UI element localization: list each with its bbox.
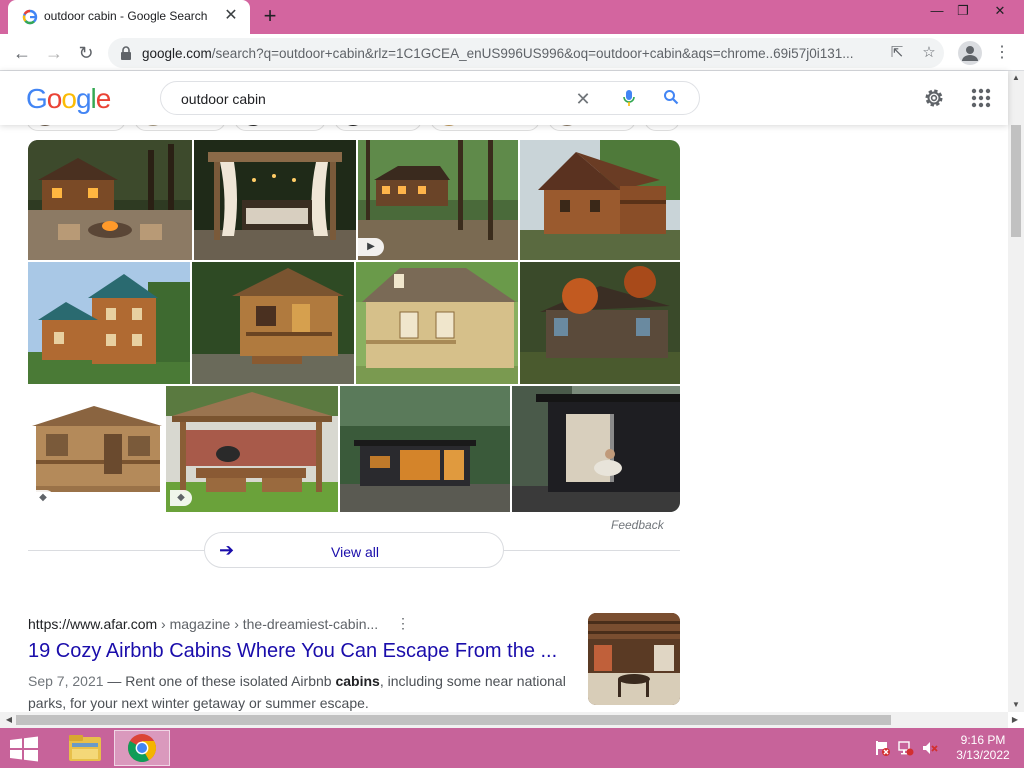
image-tile-cabin-firepit[interactable] — [28, 140, 192, 260]
vertical-scrollbar[interactable]: ▲ ▼ — [1008, 71, 1024, 712]
image-tile-black-studio[interactable] — [512, 386, 680, 512]
horizontal-scrollbar[interactable]: ◀ ▶ — [0, 712, 1018, 728]
tab-title: outdoor cabin - Google Search — [44, 9, 208, 23]
new-tab-button[interactable]: + — [259, 5, 281, 27]
product-tag-icon: ◆ — [32, 490, 54, 506]
filter-chip[interactable] — [430, 125, 540, 131]
lock-icon — [121, 46, 131, 60]
google-favicon-icon — [22, 9, 38, 25]
google-apps-icon[interactable] — [970, 87, 992, 109]
image-tile-playhouse-cabin[interactable]: ◆ — [28, 386, 164, 512]
search-box[interactable]: outdoor cabin ✕ — [160, 81, 700, 115]
image-tile-small-wood-cabin[interactable] — [192, 262, 354, 384]
restore-button[interactable]: ❐ — [948, 0, 978, 22]
reload-icon[interactable]: ↻ — [74, 41, 98, 65]
image-grid: ▶ ◆ ◆ — [28, 140, 680, 512]
volume-muted-icon[interactable] — [922, 740, 938, 756]
clock-time: 9:16 PM — [960, 733, 1006, 747]
windows-taskbar: 9:16 PM 3/13/2022 — [0, 728, 1024, 768]
action-center-flag-icon[interactable] — [874, 740, 890, 756]
filter-chip[interactable] — [26, 125, 126, 131]
logo-letter: o — [46, 83, 63, 114]
clock-date: 3/13/2022 — [956, 748, 1010, 762]
tab-close-icon[interactable]: ✕ — [222, 7, 240, 25]
scroll-right-icon[interactable]: ▶ — [1008, 712, 1022, 728]
url-text[interactable]: google.com/search?q=outdoor+cabin&rlz=1C… — [142, 46, 882, 61]
product-tag-icon: ◆ — [170, 490, 192, 506]
filter-chip[interactable] — [334, 125, 422, 131]
scroll-down-icon[interactable]: ▼ — [1008, 698, 1024, 712]
result-title-link[interactable]: 19 Cozy Airbnb Cabins Where You Can Esca… — [28, 640, 557, 663]
image-tile-log-cabin-porch[interactable] — [520, 140, 680, 260]
google-header: Google outdoor cabin ✕ — [0, 71, 1008, 125]
bookmark-star-icon[interactable]: ☆ — [920, 44, 938, 62]
logo-letter: o — [61, 83, 77, 114]
back-arrow-icon[interactable]: ← — [10, 41, 34, 65]
image-tile-two-story-cabin[interactable] — [28, 262, 190, 384]
windows-start-icon[interactable] — [8, 736, 40, 762]
search-icon[interactable] — [661, 89, 681, 109]
arrow-right-icon: ➔ — [219, 540, 235, 560]
scroll-up-icon[interactable]: ▲ — [1008, 71, 1024, 85]
google-logo[interactable]: Google — [26, 83, 112, 115]
filter-chip[interactable] — [644, 125, 680, 131]
browser-titlebar: outdoor cabin - Google Search ✕ + — ❐ ✕ — [0, 0, 1024, 34]
image-tile-modern-cabin-night[interactable] — [340, 386, 510, 512]
feedback-link[interactable]: Feedback — [611, 518, 664, 532]
result-snippet: Sep 7, 2021 — Rent one of these isolated… — [28, 673, 566, 711]
scroll-left-icon[interactable]: ◀ — [2, 712, 16, 728]
vertical-scroll-thumb[interactable] — [1011, 125, 1021, 237]
view-all-button[interactable]: ➔ View all — [204, 532, 504, 568]
browser-menu-icon[interactable]: ⋮ — [994, 41, 1010, 65]
image-tile-forest-cabin[interactable]: ▶ — [358, 140, 518, 260]
image-tile-outdoor-kitchen[interactable]: ◆ — [166, 386, 338, 512]
browser-tab[interactable]: outdoor cabin - Google Search ✕ — [8, 0, 250, 34]
filter-chip[interactable] — [234, 125, 326, 131]
image-tile-pergola-curtains[interactable] — [194, 140, 356, 260]
image-tile-shed-cabin[interactable] — [356, 262, 518, 384]
result-thumbnail[interactable] — [588, 613, 680, 705]
share-icon[interactable]: ⇱ — [888, 44, 906, 62]
clear-icon[interactable]: ✕ — [573, 89, 593, 109]
logo-letter: e — [95, 83, 112, 114]
filter-chip[interactable] — [134, 125, 226, 131]
view-all-label: View all — [331, 544, 379, 560]
browser-toolbar: ← → ↻ google.com/search?q=outdoor+cabin&… — [0, 34, 1024, 71]
horizontal-scroll-thumb[interactable] — [16, 715, 891, 725]
search-results: ▶ ◆ ◆ Feedback ➔ View all https://www.af… — [0, 125, 1008, 712]
filter-chip[interactable] — [548, 125, 636, 131]
search-input[interactable]: outdoor cabin — [181, 91, 266, 107]
file-explorer-icon[interactable] — [58, 730, 114, 766]
image-tile-dark-cabin-autumn[interactable] — [520, 262, 680, 384]
network-icon[interactable] — [898, 740, 914, 756]
chrome-taskbar-icon[interactable] — [114, 730, 170, 766]
settings-gear-icon[interactable] — [922, 86, 946, 110]
logo-letter: g — [75, 83, 92, 114]
address-bar[interactable]: google.com/search?q=outdoor+cabin&rlz=1C… — [108, 38, 944, 68]
system-clock[interactable]: 9:16 PM 3/13/2022 — [946, 733, 1020, 763]
close-window-button[interactable]: ✕ — [976, 0, 1024, 22]
logo-letter: G — [26, 83, 48, 114]
video-play-icon: ▶ — [358, 238, 384, 256]
forward-arrow-icon[interactable]: → — [42, 41, 66, 65]
mic-icon[interactable] — [619, 89, 639, 109]
profile-avatar-icon[interactable] — [958, 41, 982, 65]
result-url[interactable]: https://www.afar.com › magazine › the-dr… — [28, 616, 378, 632]
more-options-icon[interactable]: ⋮ — [396, 613, 410, 633]
